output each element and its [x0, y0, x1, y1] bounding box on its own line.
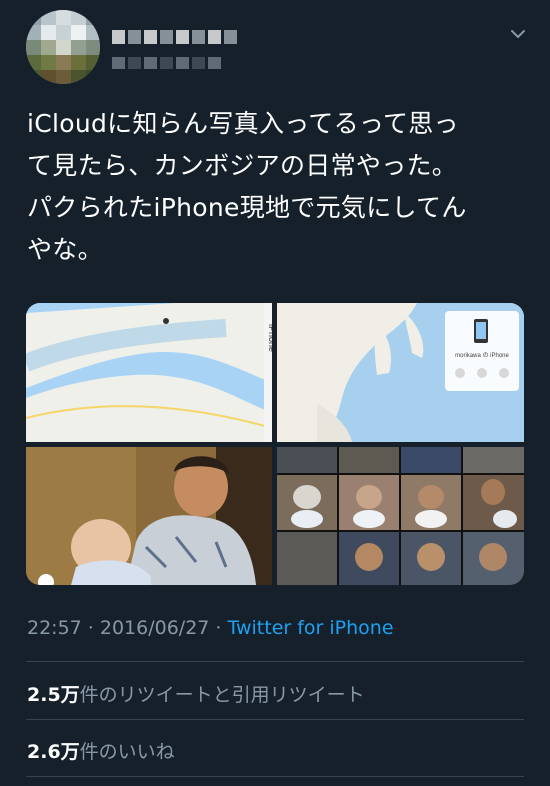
retweet-stats[interactable]: 2.5万件のリツイートと引用リツイート — [27, 680, 365, 707]
avatar[interactable] — [26, 10, 100, 84]
divider — [26, 661, 524, 662]
like-stats[interactable]: 2.6万件のいいね — [27, 737, 175, 764]
media-map-zoomed[interactable]: iPhone — [26, 303, 272, 442]
media-photo-woman-baby[interactable] — [26, 447, 272, 585]
media-grid: iPhone morikawa の iPhone — [26, 303, 524, 585]
map-side-label: iPhone — [266, 323, 272, 353]
retweet-label: 件のリツイートと引用リツイート — [79, 684, 365, 706]
display-name-redacted[interactable] — [112, 30, 237, 44]
like-label: 件のいいね — [79, 741, 175, 763]
media-photo-grid[interactable] — [277, 447, 524, 585]
chevron-down-icon[interactable] — [508, 24, 528, 44]
tweet-text: iCloudに知らん写真入ってるって思っ て見たら、カンボジアの日常やった。 パ… — [27, 109, 467, 264]
divider — [26, 719, 524, 720]
tweet-timestamp[interactable]: 22:57 · 2016/06/27 · — [27, 617, 228, 639]
tweet-source-link[interactable]: Twitter for iPhone — [228, 617, 394, 639]
retweet-count: 2.5万 — [27, 684, 80, 706]
tweet-meta: 22:57 · 2016/06/27 · Twitter for iPhone — [27, 617, 394, 639]
tweet-detail: iCloudに知らん写真入ってるって思っ て見たら、カンボジアの日常やった。 パ… — [0, 0, 550, 786]
media-find-iphone-map[interactable]: morikawa の iPhone — [277, 303, 524, 442]
like-count: 2.6万 — [27, 741, 80, 763]
divider — [26, 776, 524, 777]
user-handle-redacted[interactable] — [112, 57, 221, 69]
device-panel-title: morikawa の iPhone — [455, 352, 509, 359]
